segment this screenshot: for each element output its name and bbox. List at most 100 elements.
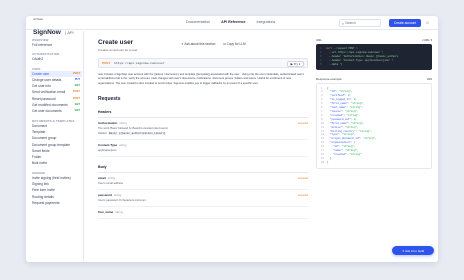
param-description: application/json [98, 149, 117, 153]
json-key: "password_set" [330, 117, 352, 121]
sidebar-item[interactable]: Full reference [32, 42, 82, 48]
response-code-block[interactable]: 1{2 "id": "string", 3 "verified": 0, 4 "is… [316, 82, 432, 169]
logo-by: airSlate [33, 17, 44, 21]
json-value: "string", [358, 129, 373, 133]
sidebar-item[interactable]: Request payments [32, 200, 82, 206]
json-value: "string" [349, 152, 362, 156]
ask-section-link[interactable]: ✦ Ask about this section [181, 42, 215, 46]
sidebar-item-label: Smart fields [32, 148, 50, 153]
ask-ai-button[interactable]: ✦ Ask AI to build [392, 246, 434, 255]
sidebar-item-label: Get user documents [32, 109, 62, 114]
param-name: Authorization string [98, 121, 127, 126]
param-required: required [297, 176, 308, 181]
json-key: "origin_document_id" [330, 137, 361, 141]
method-badge: GET [74, 109, 80, 113]
json-key: "locale" [330, 109, 343, 113]
main-content: Create user Creates an account for a use… [98, 39, 308, 220]
param-default-value: Basic {{basic_authorization_token}} [108, 132, 167, 136]
requests-heading: Requests [98, 96, 121, 103]
json-key: "first_name" [330, 121, 349, 125]
param-type: string [107, 176, 116, 181]
section-actions: ✦ Ask about this section ⧉ Copy for LLM [181, 42, 246, 46]
copy-llm-label: Copy for LLM [226, 42, 246, 46]
sidebar-item-label: Create user [32, 71, 50, 76]
sidebar-item-label: Signing link [32, 182, 49, 187]
top-bar: airSlate SignNow | API Documentation API… [26, 16, 438, 36]
endpoint-description: user Creates a SignNow user account with… [98, 73, 304, 85]
request-label: URL [316, 38, 323, 42]
param-description: User's email address [98, 182, 124, 186]
sidebar-item-label: Free form invite [32, 188, 55, 193]
json-key: "active" [330, 125, 343, 129]
json-punct: } [327, 160, 329, 164]
response-status: 200 [426, 76, 432, 81]
nav-api-reference[interactable]: API Reference [221, 20, 245, 24]
request-code-block[interactable]: 1 curl --request POST \ 2 --url https://ap… [316, 44, 432, 70]
theme-toggle-icon[interactable]: ☼ [425, 20, 430, 26]
json-key: "billing_country" [330, 129, 356, 133]
nav-integrations[interactable]: Integrations [257, 20, 276, 24]
param-name: first_name string [98, 210, 123, 215]
json-value: "string", [351, 121, 365, 125]
json-value: "string", [351, 102, 365, 106]
code-text: --url https://api.signnow.com/user \ [326, 50, 384, 54]
json-key: "id" [330, 90, 337, 94]
param-row: Content-Type string application/json [98, 140, 308, 158]
sidebar-item-label: Bulk invite [32, 161, 48, 166]
param-default: Default: Basic {{basic_authorization_tok… [98, 132, 167, 136]
language-select[interactable]: cURL ▾ [422, 38, 432, 42]
code-line: 20} [321, 161, 427, 165]
endpoint-bar: POST https://api.signnow.com/user ▶ Try … [98, 58, 308, 68]
search-box[interactable]: ⌕ [339, 19, 381, 27]
param-row: password string required User's password. 8… [98, 190, 308, 208]
code-text: --request POST \ [332, 47, 358, 50]
json-value: 0, [354, 117, 358, 121]
headers-list: Authorization string required The word 'Bas… [98, 118, 308, 158]
json-key: "organization" [330, 141, 352, 145]
code-text: --data '{ [326, 62, 343, 66]
response-label: Response example [316, 76, 342, 81]
json-value: { [354, 141, 356, 145]
json-value: "string", [342, 145, 356, 149]
search-icon: ⌕ [342, 20, 345, 26]
json-key: "last_name" [330, 106, 347, 110]
try-it-button[interactable]: ▶ Try it [287, 61, 304, 67]
json-value: "string", [346, 113, 361, 117]
json-key: "created" [330, 113, 344, 117]
sidebar-item[interactable]: OAuth2 [32, 56, 82, 62]
param-type: string [115, 210, 123, 215]
param-row: first_name string [98, 207, 308, 220]
json-value: "string", [363, 137, 377, 141]
copy-llm-link[interactable]: ⧉ Copy for LLM [223, 42, 245, 46]
param-description: The word 'Basic' followed by Base64 enco… [98, 127, 168, 131]
app-window: airSlate SignNow | API Documentation API… [26, 16, 438, 262]
sidebar-item-label: Template [32, 129, 46, 134]
param-row: Authorization string required The word 'Bas… [98, 118, 308, 141]
param-name: Content-Type string [98, 143, 127, 148]
json-key: "created" [333, 152, 347, 156]
json-key: "name" [333, 149, 343, 153]
body-list: email string required User's email address p… [98, 173, 308, 220]
nav-documentation[interactable]: Documentation [186, 20, 210, 24]
top-nav: Documentation API Reference Integrations [186, 20, 275, 24]
sidebar-item[interactable]: Get user documents GET [32, 108, 82, 114]
create-account-button[interactable]: Create account [389, 19, 421, 27]
json-punct: { [327, 86, 329, 90]
json-value: "string", [342, 133, 356, 137]
json-value: "string", [345, 125, 359, 129]
sidebar-item[interactable]: Bulk invite [32, 160, 82, 166]
sidebar-item-label: Document group template [32, 142, 70, 147]
json-key: "first_name" [330, 102, 349, 106]
json-value: 0, [348, 94, 352, 98]
sidebar-item-label: Send verification email [32, 90, 66, 95]
search-input[interactable] [345, 21, 380, 25]
json-key: "type" [330, 133, 340, 137]
body-heading: Body [98, 165, 308, 174]
sidebar-item-label: Document [32, 123, 48, 128]
sidebar-item-label: Change user details [32, 77, 62, 82]
code-line: 5 --data '{ [320, 63, 428, 67]
json-value: "string", [349, 106, 364, 110]
sidebar: OVERVIEW Full reference AUTHENTICATION OAut… [26, 31, 84, 262]
try-it-label: Try it [293, 62, 301, 66]
headers-heading: Headers [98, 110, 308, 119]
